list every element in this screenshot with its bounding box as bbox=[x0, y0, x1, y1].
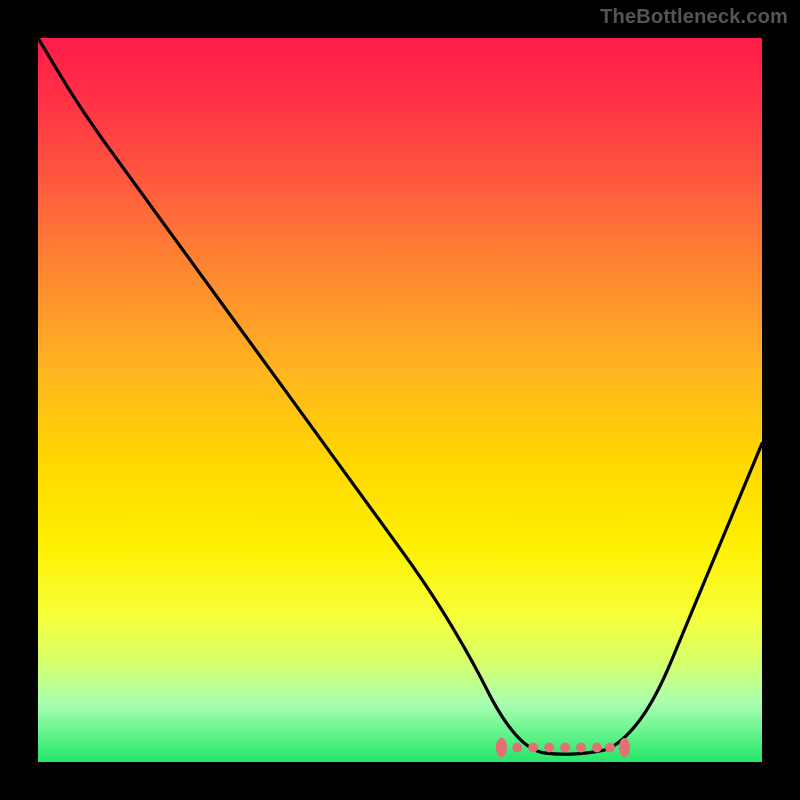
valley-marker-dot bbox=[512, 743, 522, 753]
watermark-text: TheBottleneck.com bbox=[600, 6, 788, 29]
valley-marker-dot bbox=[544, 743, 554, 753]
curve-path bbox=[38, 38, 762, 754]
bottleneck-curve bbox=[38, 38, 762, 762]
valley-marker-dot bbox=[576, 743, 586, 753]
valley-marker-start bbox=[496, 738, 507, 757]
valley-marker-dot bbox=[560, 743, 570, 753]
chart-frame: TheBottleneck.com bbox=[0, 0, 800, 800]
valley-marker-dot bbox=[592, 743, 602, 753]
valley-marker-end bbox=[619, 738, 630, 757]
plot-area bbox=[38, 38, 762, 762]
valley-marker-dot bbox=[605, 743, 615, 753]
valley-marker-dot bbox=[528, 743, 538, 753]
